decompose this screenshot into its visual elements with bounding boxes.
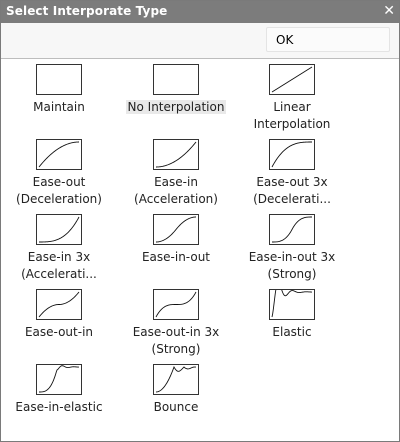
ok-button[interactable]: OK bbox=[266, 27, 390, 52]
curve-path bbox=[271, 141, 312, 168]
curve-path bbox=[38, 291, 80, 318]
interp-option-no-interpolation[interactable]: No Interpolation bbox=[118, 59, 234, 133]
close-icon[interactable]: ✕ bbox=[383, 3, 395, 19]
option-label: Maintain bbox=[33, 100, 85, 114]
interp-option-ease-in-out-3x[interactable]: Ease-in-out 3x (Strong) bbox=[234, 209, 350, 283]
curve-path bbox=[155, 141, 197, 168]
ease-out-3x-curve-icon bbox=[269, 139, 315, 170]
option-label: Ease-out (Deceleration) bbox=[16, 175, 102, 206]
interp-option-linear[interactable]: Linear Interpolation bbox=[234, 59, 350, 133]
curve-path bbox=[272, 216, 312, 243]
interp-option-bounce[interactable]: Bounce bbox=[118, 359, 234, 433]
linear-curve-icon bbox=[269, 64, 315, 95]
ease-in-out-3x-curve-icon bbox=[269, 214, 315, 245]
curve-path bbox=[155, 216, 197, 243]
curve-path bbox=[39, 216, 80, 243]
title-bar: Select Interporate Type ✕ bbox=[1, 1, 399, 23]
interp-option-ease-out[interactable]: Ease-out (Deceleration) bbox=[1, 134, 117, 208]
option-label: Ease-in-out 3x (Strong) bbox=[248, 250, 336, 281]
interp-option-ease-out-in[interactable]: Ease-out-in bbox=[1, 284, 117, 358]
option-label: Ease-in-out bbox=[141, 250, 211, 264]
curve-path bbox=[155, 365, 197, 393]
interpolation-type-grid: Maintain No Interpolation Linear Interpo… bbox=[1, 59, 399, 441]
curve-path bbox=[155, 291, 197, 318]
option-label: Linear Interpolation bbox=[253, 100, 331, 131]
interp-option-ease-in-elastic[interactable]: Ease-in-elastic bbox=[1, 359, 117, 433]
curve-path bbox=[271, 66, 313, 93]
option-label: Ease-out 3x (Decelerati... bbox=[253, 175, 331, 206]
curve-path bbox=[38, 141, 80, 168]
ease-out-in-curve-icon bbox=[36, 289, 82, 320]
maintain-curve-icon bbox=[36, 64, 82, 95]
ease-in-out-curve-icon bbox=[153, 214, 199, 245]
option-label: Ease-in-elastic bbox=[15, 400, 103, 414]
elastic-curve-icon bbox=[269, 289, 315, 320]
ease-out-in-3x-curve-icon bbox=[153, 289, 199, 320]
option-label: Ease-in (Acceleration) bbox=[134, 175, 218, 206]
interp-option-maintain[interactable]: Maintain bbox=[1, 59, 117, 133]
interp-option-ease-out-in-3x[interactable]: Ease-out-in 3x (Strong) bbox=[118, 284, 234, 358]
toolbar: OK bbox=[1, 23, 399, 59]
curve-path bbox=[271, 290, 313, 318]
dialog-title: Select Interporate Type bbox=[6, 4, 168, 18]
ease-in-curve-icon bbox=[153, 139, 199, 170]
ease-in-elastic-curve-icon bbox=[36, 364, 82, 395]
option-label: Bounce bbox=[153, 400, 199, 414]
bounce-curve-icon bbox=[153, 364, 199, 395]
curve-path bbox=[39, 365, 80, 393]
option-label: Ease-out-in bbox=[24, 325, 94, 339]
interp-option-ease-out-3x[interactable]: Ease-out 3x (Decelerati... bbox=[234, 134, 350, 208]
ease-in-3x-curve-icon bbox=[36, 214, 82, 245]
no-interpolation-curve-icon bbox=[153, 64, 199, 95]
ease-out-curve-icon bbox=[36, 139, 82, 170]
option-label: Elastic bbox=[272, 325, 312, 339]
option-label: No Interpolation bbox=[125, 100, 227, 114]
interp-option-ease-in-out[interactable]: Ease-in-out bbox=[118, 209, 234, 283]
select-interpolate-type-dialog: Select Interporate Type ✕ OK Maintain No… bbox=[0, 0, 400, 442]
option-label: Ease-in 3x (Accelerati... bbox=[21, 250, 97, 281]
option-label: Ease-out-in 3x (Strong) bbox=[132, 325, 220, 356]
interp-option-ease-in-3x[interactable]: Ease-in 3x (Accelerati... bbox=[1, 209, 117, 283]
interp-option-elastic[interactable]: Elastic bbox=[234, 284, 350, 358]
interp-option-ease-in[interactable]: Ease-in (Acceleration) bbox=[118, 134, 234, 208]
